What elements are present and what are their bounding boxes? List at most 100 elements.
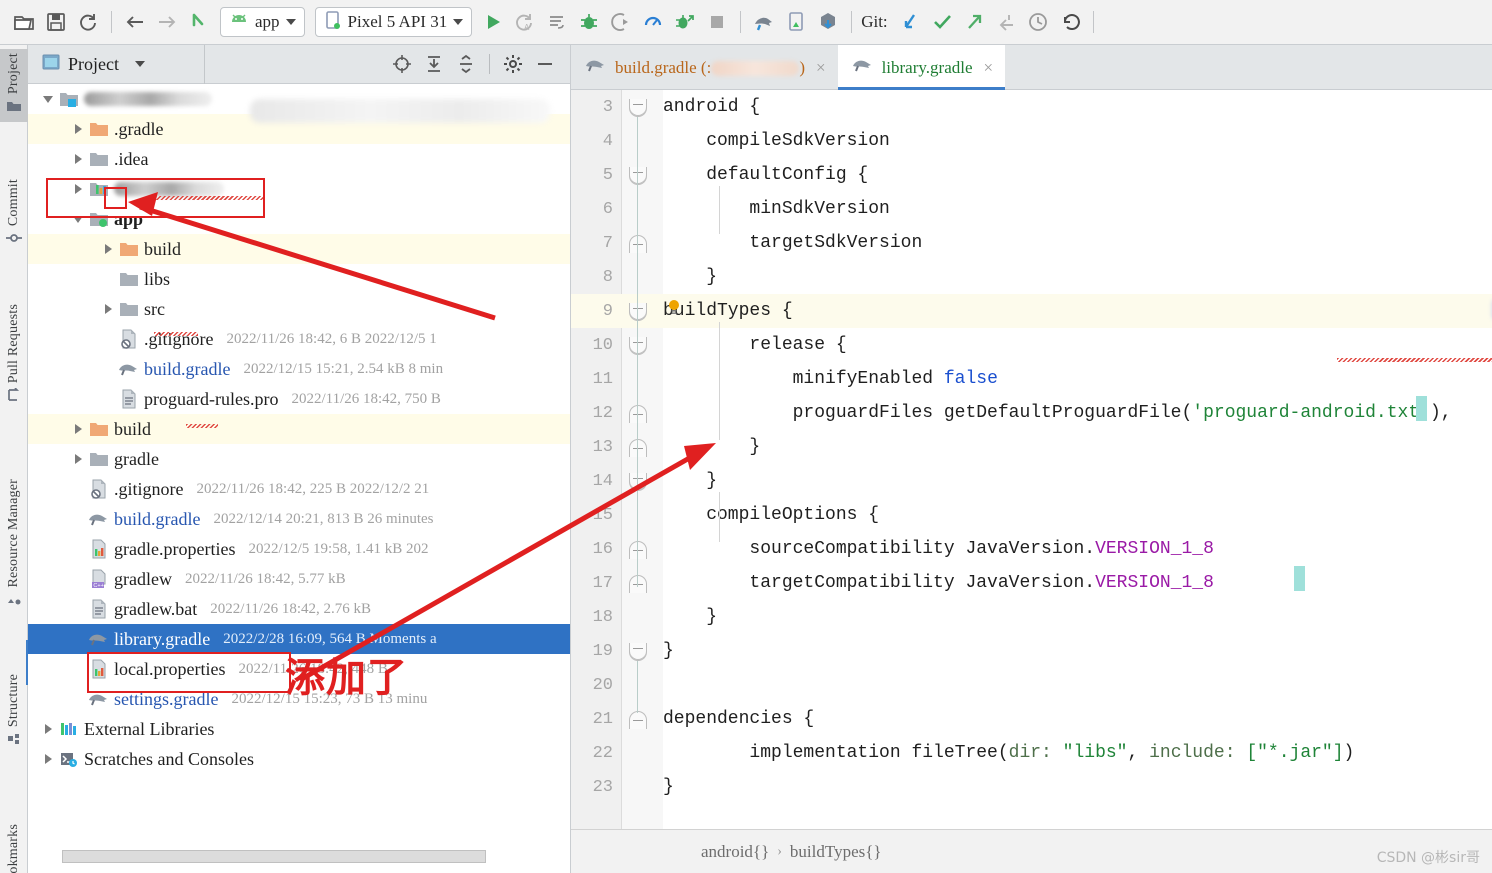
code-line[interactable]: 20 (571, 668, 1492, 702)
tree-row[interactable]: External Libraries (28, 714, 570, 744)
breadcrumb-item-android[interactable]: android{} (701, 842, 769, 862)
sidebar-item-pull-requests[interactable]: Pull Requests (0, 300, 28, 411)
device-selector[interactable]: Pixel 5 API 31 (315, 7, 473, 37)
run-play-icon[interactable] (477, 5, 509, 39)
tree-row[interactable]: .gitignore2022/11/26 18:42, 6 B 2022/12/… (28, 324, 570, 354)
fold-marker-android-end[interactable] (629, 575, 647, 593)
tree-row[interactable]: build (28, 414, 570, 444)
tree-row[interactable]: build.gradle2022/12/14 20:21, 813 B 26 m… (28, 504, 570, 534)
code-line[interactable]: 9buildTypes { (571, 294, 1492, 328)
tree-row[interactable]: .gitignore2022/11/26 18:42, 225 B 2022/1… (28, 474, 570, 504)
project-title-group[interactable]: Project (28, 45, 205, 84)
code-line[interactable]: 12 proguardFiles getDefaultProguardFile(… (571, 396, 1492, 430)
code-line[interactable]: 7 targetSdkVersion (571, 226, 1492, 260)
code-line[interactable]: 10 release { (571, 328, 1492, 362)
tree-row[interactable] (28, 174, 570, 204)
twisty-right-icon[interactable] (68, 444, 88, 474)
tree-row[interactable]: libs (28, 264, 570, 294)
twisty-right-icon[interactable] (38, 714, 58, 744)
expand-all-icon[interactable] (419, 49, 449, 79)
sync-refresh-icon[interactable] (72, 5, 104, 39)
debug-attach-icon[interactable] (669, 5, 701, 39)
stop-square-icon[interactable] (701, 5, 733, 39)
run-configuration-selector[interactable]: app (220, 7, 305, 37)
code-line[interactable]: 11 minifyEnabled false (571, 362, 1492, 396)
fold-marker-release[interactable] (629, 337, 647, 355)
tree-row[interactable]: .idea (28, 144, 570, 174)
sidebar-item-structure[interactable]: Structure (0, 670, 28, 755)
tree-row[interactable]: library.gradle2022/2/28 16:09, 564 B Mom… (28, 624, 570, 654)
twisty-right-icon[interactable] (98, 294, 118, 324)
twisty-down-icon[interactable] (38, 84, 58, 114)
breadcrumb-item-buildtypes[interactable]: buildTypes{} (790, 842, 882, 862)
attach-debugger-icon[interactable] (605, 5, 637, 39)
tree-row[interactable]: app (28, 204, 570, 234)
hide-minimize-icon[interactable] (530, 49, 560, 79)
undo-arrow-icon[interactable] (183, 5, 215, 39)
commit-check-icon[interactable] (926, 5, 958, 39)
fold-marker-compileoptions-end[interactable] (629, 541, 647, 559)
gear-settings-icon[interactable] (498, 49, 528, 79)
tree-row[interactable]: proguard-rules.pro2022/11/26 18:42, 750 … (28, 384, 570, 414)
code-line[interactable]: 14 } (571, 464, 1492, 498)
sidebar-item-bookmarks[interactable]: Bookmarks (0, 820, 28, 873)
code-line[interactable]: 23} (571, 770, 1492, 804)
project-horizontal-scrollbar[interactable] (62, 850, 486, 863)
fold-marker-compileoptions[interactable] (629, 473, 647, 491)
close-icon[interactable]: × (816, 58, 826, 78)
push-arrow-icon[interactable] (958, 5, 990, 39)
back-arrow-icon[interactable] (119, 5, 151, 39)
fold-marker-dependencies[interactable] (629, 643, 647, 661)
code-content-area[interactable]: 3android {4 compileSdkVersion 5 defaultC… (571, 90, 1492, 873)
update-project-icon[interactable] (894, 5, 926, 39)
code-line[interactable]: 19} (571, 634, 1492, 668)
code-line[interactable]: 16 sourceCompatibility JavaVersion.VERSI… (571, 532, 1492, 566)
twisty-right-icon[interactable] (98, 234, 118, 264)
sdk-manager-icon[interactable] (748, 5, 780, 39)
tree-row[interactable]: gradlew.bat2022/11/26 18:42, 2.76 kB (28, 594, 570, 624)
twisty-right-icon[interactable] (38, 744, 58, 774)
tree-row[interactable]: build (28, 234, 570, 264)
twisty-right-icon[interactable] (68, 174, 88, 204)
code-line[interactable]: 21dependencies { (571, 702, 1492, 736)
fold-marker-android[interactable] (629, 99, 647, 117)
breadcrumb[interactable]: android{} › buildTypes{} (571, 829, 1492, 873)
history-clock-icon[interactable] (1022, 5, 1054, 39)
rollback-icon[interactable] (990, 5, 1022, 39)
code-line[interactable]: 13 } (571, 430, 1492, 464)
close-icon[interactable]: × (984, 58, 994, 78)
debug-bug-icon[interactable] (573, 5, 605, 39)
open-folder-icon[interactable] (8, 5, 40, 39)
revert-undo-icon[interactable] (1054, 5, 1086, 39)
run-with-coverage-icon[interactable] (541, 5, 573, 39)
code-line[interactable]: 22 implementation fileTree(dir: "libs", … (571, 736, 1492, 770)
code-line[interactable]: 17 targetCompatibility JavaVersion.VERSI… (571, 566, 1492, 600)
twisty-down-icon[interactable] (68, 204, 88, 234)
tree-row[interactable]: local.properties2022/11/26 18:42, 448 B (28, 654, 570, 684)
sidebar-item-commit[interactable]: Commit (0, 175, 28, 254)
chevron-down-icon[interactable] (286, 19, 296, 25)
intention-bulb-icon[interactable] (665, 298, 683, 316)
project-file-tree[interactable]: .gradle.ideaappbuildlibssrc.gitignore202… (28, 84, 570, 873)
fold-marker-defaultconfig[interactable] (629, 167, 647, 185)
editor-tab-build-gradle[interactable]: build.gradle (:) × (571, 45, 838, 90)
tree-row[interactable]: Scratches and Consoles (28, 744, 570, 774)
code-line[interactable]: 5 defaultConfig { (571, 158, 1492, 192)
sidebar-item-resource-manager[interactable]: Resource Manager (0, 475, 28, 616)
twisty-right-icon[interactable] (68, 144, 88, 174)
apply-changes-icon[interactable]: A (509, 5, 541, 39)
chevron-down-icon[interactable] (135, 61, 145, 67)
collapse-all-icon[interactable] (451, 49, 481, 79)
tree-row[interactable]: gradle (28, 444, 570, 474)
tree-row[interactable]: C++gradlew2022/11/26 18:42, 5.77 kB (28, 564, 570, 594)
select-opened-file-icon[interactable] (387, 49, 417, 79)
avd-download-icon[interactable] (812, 5, 844, 39)
profiler-icon[interactable] (637, 5, 669, 39)
code-line[interactable]: 8 } (571, 260, 1492, 294)
tree-row[interactable]: build.gradle2022/12/15 15:21, 2.54 kB 8 … (28, 354, 570, 384)
code-line[interactable]: 15 compileOptions { (571, 498, 1492, 532)
twisty-right-icon[interactable] (68, 114, 88, 144)
code-line[interactable]: 6 minSdkVersion (571, 192, 1492, 226)
fold-marker-dependencies-end[interactable] (629, 711, 647, 729)
tree-row[interactable]: src (28, 294, 570, 324)
